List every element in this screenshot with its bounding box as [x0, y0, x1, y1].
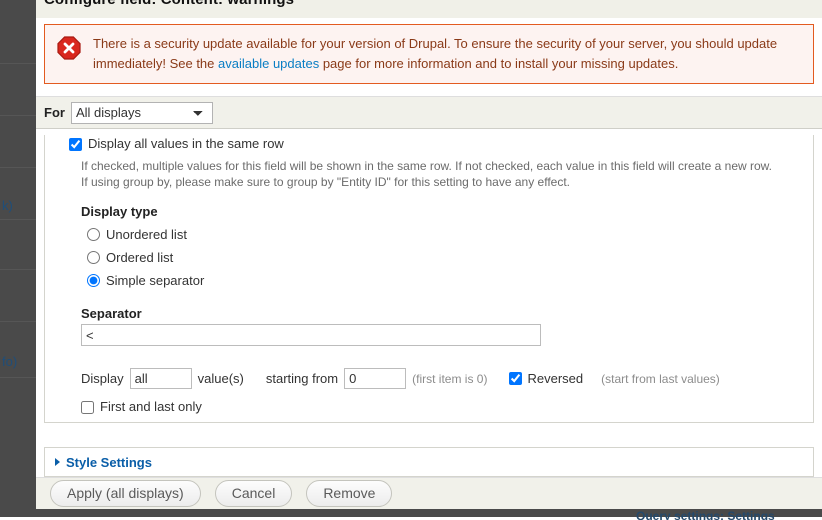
- backdrop-row: [0, 220, 36, 270]
- display-all-values-row: Display all values in the same row: [45, 135, 813, 152]
- backdrop-row: [0, 378, 36, 517]
- error-octagon-icon: [57, 36, 81, 60]
- offset-input[interactable]: [344, 368, 407, 389]
- remove-button[interactable]: Remove: [306, 480, 393, 507]
- dialog-button-bar: Apply (all displays) Cancel Remove: [36, 477, 822, 509]
- configure-field-modal: Configure field: Content: warnings There…: [36, 0, 822, 509]
- available-updates-link[interactable]: available updates: [218, 56, 319, 71]
- reversed-checkbox[interactable]: [509, 372, 523, 385]
- display-all-values-checkbox[interactable]: [69, 138, 82, 151]
- backdrop-row: [0, 64, 36, 116]
- backdrop-row: k): [0, 168, 36, 220]
- security-update-text: There is a security update available for…: [93, 34, 801, 74]
- first-and-last-row: First and last only: [45, 389, 813, 415]
- display-values-row: Display value(s) starting from (first it…: [45, 346, 813, 389]
- display-prefix-label: Display: [81, 371, 124, 386]
- backdrop-row: [0, 270, 36, 322]
- backdrop-row: [0, 116, 36, 168]
- display-type-option-unordered-list[interactable]: Unordered list: [45, 223, 813, 246]
- display-type-option-ordered-list[interactable]: Ordered list: [45, 246, 813, 269]
- style-settings-toggle-link[interactable]: Style Settings: [66, 455, 152, 470]
- message-text-part-2: page for more information and to install…: [319, 56, 679, 71]
- starting-from-label: starting from: [265, 371, 339, 386]
- separator-label: Separator: [81, 306, 142, 321]
- page-title: Configure field: Content: warnings: [44, 0, 294, 8]
- separator-input[interactable]: [81, 324, 541, 346]
- unordered-list-label: Unordered list: [106, 227, 187, 242]
- reversed-field: Reversed: [509, 371, 583, 386]
- unordered-list-radio[interactable]: [87, 228, 100, 241]
- multiple-field-settings-fieldset: Display all values in the same row If ch…: [44, 135, 814, 423]
- display-values-label: value(s): [197, 371, 244, 386]
- display-count-input[interactable]: [129, 368, 192, 389]
- display-scope-select[interactable]: All displays: [70, 101, 213, 124]
- cancel-button[interactable]: Cancel: [214, 480, 293, 507]
- for-label: For: [44, 105, 65, 120]
- page-backdrop-overlay: k) fo): [0, 0, 36, 517]
- apply-all-displays-button[interactable]: Apply (all displays): [50, 480, 201, 507]
- simple-separator-label: Simple separator: [106, 273, 205, 288]
- ordered-list-label: Ordered list: [106, 250, 174, 265]
- reversed-hint: (start from last values): [601, 371, 720, 386]
- messages-area: There is a security update available for…: [36, 18, 822, 92]
- backdrop-bottom-bar: Query settings: Settings: [0, 509, 822, 520]
- first-and-last-label: First and last only: [100, 399, 202, 414]
- backdrop-row: fo): [0, 322, 36, 378]
- style-settings-fieldset[interactable]: Style Settings: [44, 447, 814, 477]
- display-all-values-label: Display all values in the same row: [88, 136, 284, 151]
- display-type-legend: Display type: [81, 204, 158, 219]
- reversed-label: Reversed: [527, 371, 584, 386]
- security-update-message: There is a security update available for…: [44, 24, 814, 84]
- backdrop-bottom-label: Query settings: Settings: [636, 509, 775, 520]
- offset-hint: (first item is 0): [412, 371, 488, 386]
- display-scope-bar: For All displays: [36, 96, 822, 129]
- ordered-list-radio[interactable]: [87, 251, 100, 264]
- display-type-option-simple-separator[interactable]: Simple separator: [45, 269, 813, 292]
- backdrop-row: [0, 0, 36, 64]
- simple-separator-radio[interactable]: [87, 274, 100, 287]
- chevron-right-icon: [55, 458, 60, 466]
- field-settings-form: Display all values in the same row If ch…: [36, 129, 822, 441]
- first-and-last-checkbox[interactable]: [81, 400, 94, 414]
- display-all-values-description: If checked, multiple values for this fie…: [81, 159, 773, 189]
